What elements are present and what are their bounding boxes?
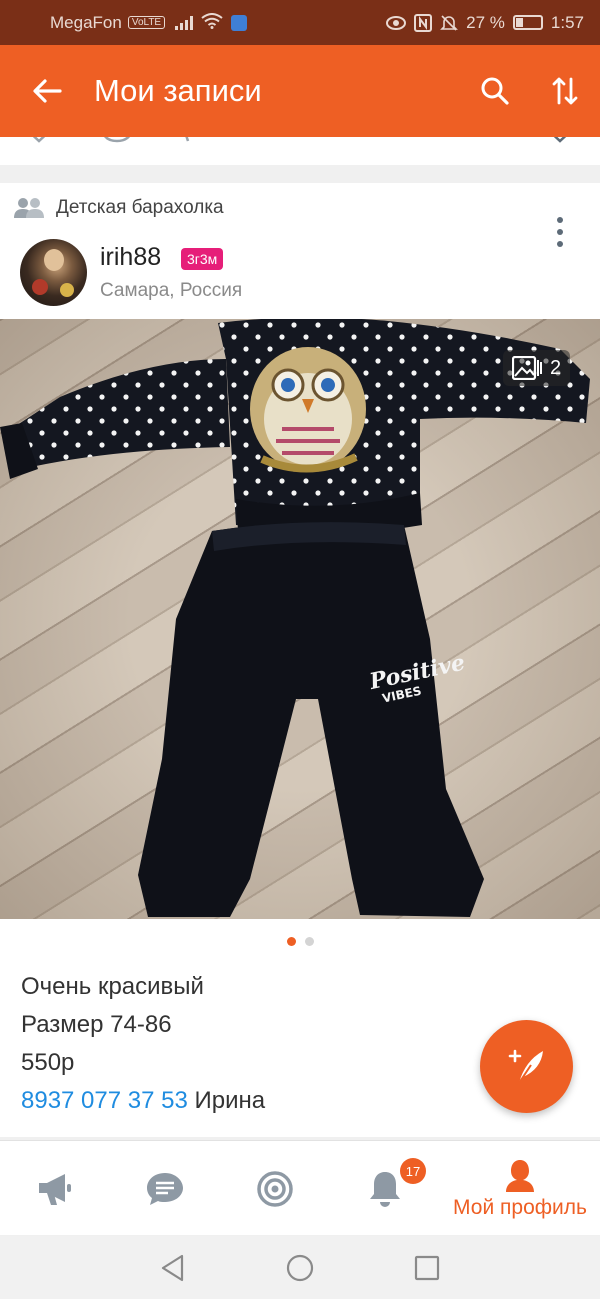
image-count-badge: 2 [503,350,570,386]
age-badge: 3г3м [181,248,224,270]
pagination-dot-active[interactable] [286,937,296,946]
class-icon[interactable] [24,137,54,147]
battery-percent: 27 % [466,12,505,32]
sort-button[interactable] [530,45,600,137]
group-icon [14,198,44,218]
new-post-button[interactable] [480,1020,573,1113]
group-name[interactable]: Детская барахолка [56,197,224,219]
bookmark-icon[interactable] [545,137,575,147]
volte-badge: VoLTE [127,16,166,29]
post-contact-line: 8937 077 37 53 Ирина [21,1087,265,1115]
nav-messages[interactable] [130,1141,200,1236]
search-icon [481,77,509,105]
wifi-icon [201,13,223,32]
status-bar: MegaFon VoLTE 27 % 1:57 [0,0,600,45]
post-text-line-2: Размер 74-86 [21,1011,172,1038]
author-name[interactable]: irih88 [100,243,161,272]
system-recents-icon[interactable] [414,1255,440,1281]
gallery-icon [511,356,542,380]
share-icon[interactable] [180,137,200,147]
nav-discussions[interactable] [240,1141,310,1236]
sort-arrows-icon [552,77,578,105]
carrier-name: MegaFon [50,12,122,32]
nav-notifications[interactable] [350,1141,420,1236]
megaphone-icon [39,1173,71,1205]
nav-my-profile-label: Мой профиль [453,1195,587,1219]
clock: 1:57 [550,12,584,32]
battery-icon [512,15,543,30]
target-icon [257,1170,293,1207]
nav-feed[interactable] [20,1141,90,1236]
group-row[interactable]: Детская барахолка [14,197,224,219]
eye-icon [386,15,407,30]
avatar[interactable] [20,239,87,306]
phone-link[interactable]: 8937 077 37 53 [21,1087,188,1114]
page-title: Мои записи [94,73,262,108]
clothing-illustration: Positive VIBES [0,319,590,917]
signal-icon [175,15,194,30]
photo-pagination [0,937,600,946]
search-button[interactable] [460,45,530,137]
app-bar: Мои записи [0,45,600,137]
post-photo[interactable]: Positive VIBES 2 [0,319,600,919]
system-home-icon[interactable] [286,1254,314,1282]
chat-icon [147,1172,183,1205]
quill-plus-icon [508,1049,543,1084]
comment-icon[interactable] [100,137,134,147]
system-navigation [0,1236,600,1299]
arrow-left-icon [33,79,62,103]
pagination-dot[interactable] [304,937,314,946]
image-count: 2 [549,356,562,379]
bottom-navigation: Мой профиль [0,1140,600,1235]
post-text-line-3: 550р [21,1049,75,1076]
post-text-line-1: Очень красивый [21,973,204,1000]
notification-count-badge: 17 [400,1158,426,1184]
bell-icon [370,1171,400,1207]
post-card: Детская барахолка irih88 3г3м Самара, Ро… [0,183,600,1137]
nav-my-profile[interactable]: Мой профиль [440,1141,600,1236]
contact-name: Ирина [187,1087,266,1114]
security-shield-icon [231,14,248,31]
system-back-icon[interactable] [160,1254,186,1282]
person-icon [506,1159,534,1192]
mute-bell-icon [440,14,459,31]
more-options-button[interactable] [548,217,572,247]
previous-post-actions [0,137,600,165]
back-button[interactable] [0,45,94,137]
nfc-icon [414,13,433,32]
author-location: Самара, Россия [100,280,243,301]
